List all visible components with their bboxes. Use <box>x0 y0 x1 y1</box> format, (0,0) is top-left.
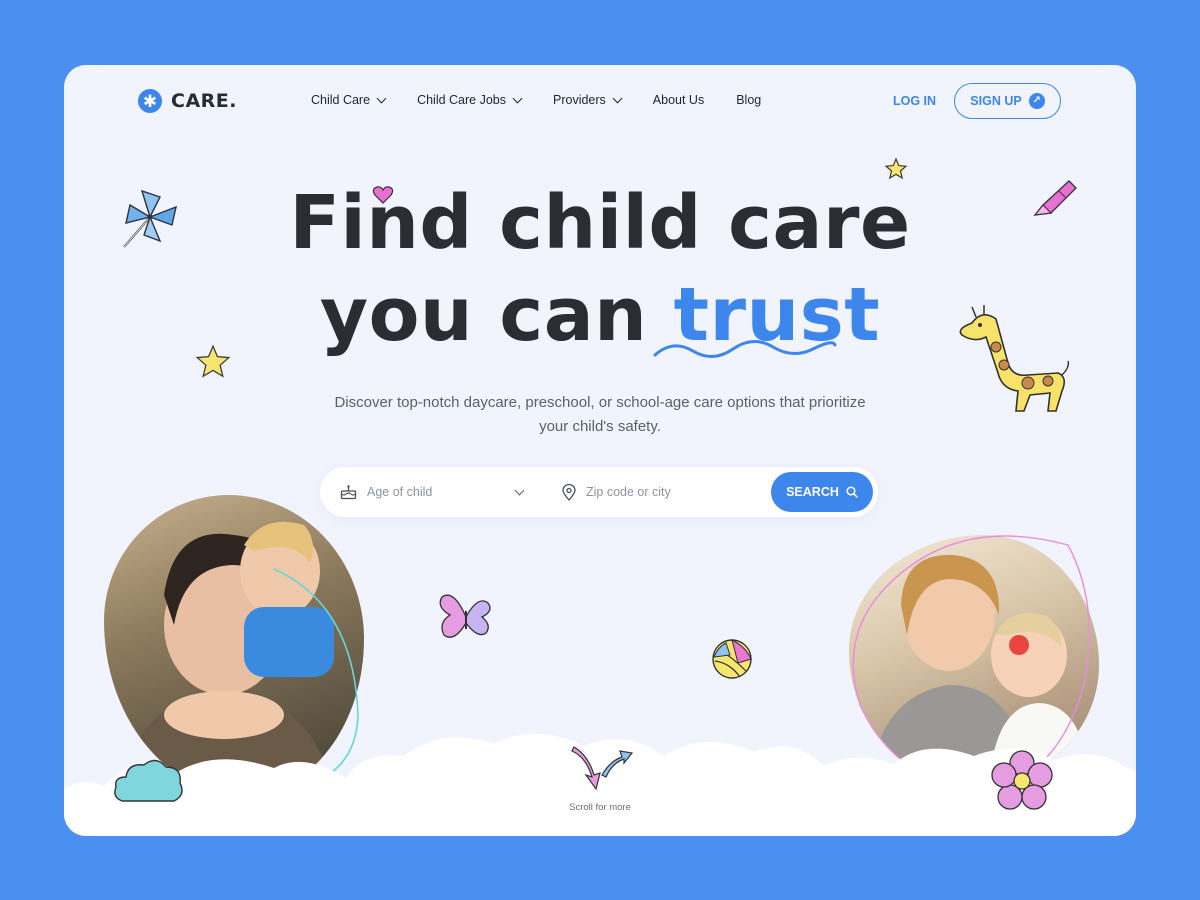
location-pin-icon <box>562 483 576 501</box>
brand-logo[interactable]: ✱ CARE. <box>138 89 237 113</box>
age-placeholder: Age of child <box>367 485 433 499</box>
nav-item-label: Child Care Jobs <box>417 93 506 107</box>
arrows-icon[interactable] <box>566 745 634 793</box>
signup-label: SIGN UP <box>970 94 1022 108</box>
nav-item-about-us[interactable]: About Us <box>653 93 704 107</box>
nav-item-child-care-jobs[interactable]: Child Care Jobs <box>417 93 523 107</box>
asterisk-logo-icon: ✱ <box>138 89 162 113</box>
brand-name: CARE. <box>171 90 237 112</box>
ball-icon <box>712 639 752 679</box>
cake-icon <box>340 485 357 500</box>
zip-input[interactable]: Zip code or city <box>562 467 671 517</box>
zip-placeholder: Zip code or city <box>586 485 671 499</box>
login-link[interactable]: LOG IN <box>893 94 936 108</box>
nav-item-label: Child Care <box>311 93 371 107</box>
nav-item-child-care[interactable]: Child Care <box>311 93 387 107</box>
nav-item-label: Blog <box>736 93 762 107</box>
hero-title: Find child care you can trust <box>64 177 1136 361</box>
scroll-hint: Scroll for more <box>569 802 631 813</box>
search-button[interactable]: SEARCH <box>771 472 873 512</box>
search-button-label: SEARCH <box>786 485 839 499</box>
heart-icon <box>372 186 394 204</box>
signup-button[interactable]: SIGN UP ↗ <box>954 83 1061 119</box>
search-icon <box>846 486 858 498</box>
chevron-down-icon <box>612 93 623 103</box>
hero-title-plain: you can <box>319 272 648 358</box>
nav-item-providers[interactable]: Providers <box>553 93 623 107</box>
chevron-down-icon <box>512 93 523 103</box>
chevron-down-icon[interactable] <box>514 485 525 496</box>
nav-item-blog[interactable]: Blog <box>736 93 761 107</box>
search-bar: Age of child Zip code or city SEARCH <box>320 467 878 517</box>
chevron-down-icon <box>376 93 387 103</box>
age-select[interactable]: Age of child <box>340 467 432 517</box>
nav-item-label: About Us <box>652 93 705 107</box>
main-nav: Child Care Child Care Jobs Providers Abo… <box>311 93 793 107</box>
hero-title-line1: Find child care <box>289 180 911 266</box>
squiggle-underline <box>653 340 837 358</box>
nav-item-label: Providers <box>553 93 606 107</box>
butterfly-icon <box>439 594 491 638</box>
arrow-up-right-icon: ↗ <box>1028 93 1045 109</box>
page-card: ✱ CARE. Child Care Child Care Jobs Provi… <box>64 65 1136 836</box>
cloud-icon <box>114 759 183 802</box>
hero-subtitle: Discover top-notch daycare, preschool, o… <box>334 394 866 435</box>
hero-title-line2: you can trust <box>64 269 1136 361</box>
